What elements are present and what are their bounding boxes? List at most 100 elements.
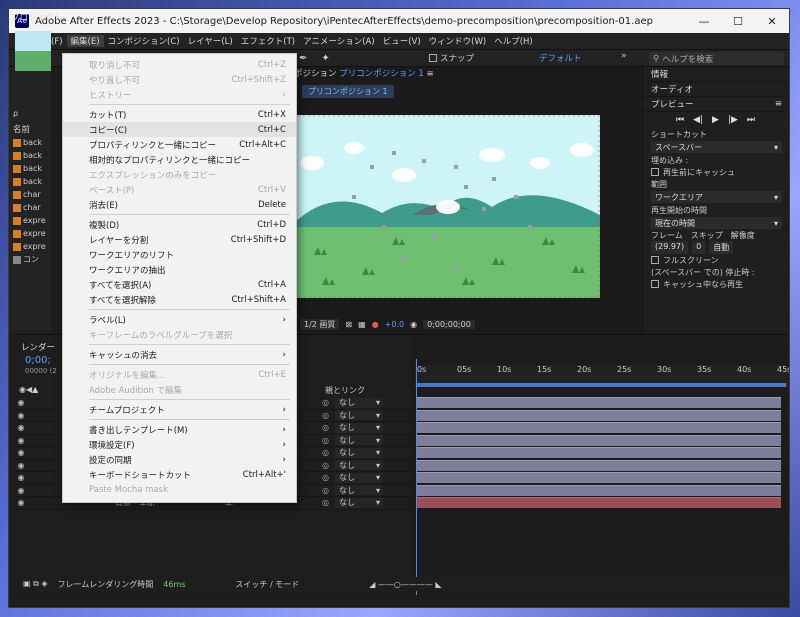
audio-panel-tab[interactable]: オーディオ — [643, 82, 788, 97]
cache-during-play[interactable]: キャッシュ中なら再生 — [643, 278, 788, 290]
parent-dropdown[interactable]: なし ▾ — [335, 497, 383, 508]
composition-tab-link[interactable]: プリコンポジション 1 — [339, 69, 424, 79]
zoom-slider[interactable]: ◢ ——○———— ◣ — [369, 580, 441, 589]
workspace-more[interactable]: » — [621, 51, 627, 61]
parent-dropdown[interactable]: なし ▾ — [335, 410, 383, 421]
workspace-default[interactable]: デフォルト — [539, 52, 582, 64]
pickwhip-icon[interactable]: ◎ — [322, 461, 329, 470]
parent-dropdown[interactable]: なし ▾ — [335, 397, 383, 408]
parent-dropdown[interactable]: なし ▾ — [335, 460, 383, 471]
fullscreen-option[interactable]: フルスクリーン — [643, 254, 788, 266]
menu-composition[interactable]: コンポジション(C) — [104, 35, 184, 47]
resolution-dropdown[interactable]: 1/2 画質 — [300, 318, 340, 330]
composition-canvas[interactable] — [292, 115, 600, 298]
menu-window[interactable]: ウィンドウ(W) — [425, 35, 491, 47]
list-item[interactable]: char — [13, 188, 46, 201]
play-icon[interactable]: ▶ — [712, 115, 719, 125]
list-item[interactable]: expre — [13, 214, 46, 227]
viewer-timecode[interactable]: 0;00;00;00 — [423, 319, 475, 329]
menu-item[interactable]: すべてを選択解除 Ctrl+Shift+A — [63, 292, 296, 307]
menu-item[interactable]: カット(T) Ctrl+X — [63, 107, 296, 122]
menu-item[interactable]: 書き出しテンプレート(M) › — [63, 422, 296, 437]
preview-menu-icon[interactable]: ≡ — [775, 99, 782, 109]
menu-help[interactable]: ヘルプ(H) — [490, 35, 537, 47]
eye-icon[interactable]: ◉ — [15, 448, 27, 457]
snap-toggle[interactable]: スナップ — [429, 52, 474, 64]
list-item[interactable]: back — [13, 149, 46, 162]
pickwhip-icon[interactable]: ◎ — [322, 486, 329, 495]
status-icons[interactable]: ▣ ⧉ ◈ — [23, 579, 48, 589]
next-frame-icon[interactable]: |▶ — [728, 115, 738, 125]
menu-item[interactable]: レイヤーを分割 Ctrl+Shift+D — [63, 232, 296, 247]
transparency-grid-icon[interactable]: ▦ — [358, 320, 366, 329]
parent-dropdown[interactable]: なし ▾ — [335, 485, 383, 496]
menu-item[interactable]: コピー(C) Ctrl+C — [63, 122, 296, 137]
cache-before-play[interactable]: 再生前にキャッシュ — [643, 166, 788, 178]
comp-breadcrumb[interactable]: プリコンポジション 1 — [302, 85, 394, 98]
snap-checkbox[interactable] — [429, 54, 437, 62]
menu-item[interactable]: 複製(D) Ctrl+D — [63, 217, 296, 232]
playhead[interactable] — [416, 359, 417, 595]
cache-during-checkbox[interactable] — [651, 280, 659, 288]
menu-edit[interactable]: 編集(E) — [66, 35, 104, 47]
switch-mode-toggle[interactable]: スイッチ / モード — [235, 579, 299, 590]
pickwhip-icon[interactable]: ◎ — [322, 498, 329, 507]
pickwhip-icon[interactable]: ◎ — [322, 473, 329, 482]
list-item[interactable]: expre — [13, 227, 46, 240]
first-frame-icon[interactable]: ⏮ — [676, 115, 684, 125]
time-ruler[interactable]: 0s 05s 10s 15s 20s 25s 30s 35s 40s 45s — [415, 365, 789, 383]
menu-item[interactable]: プロパティリンクと一緒にコピー Ctrl+Alt+C — [63, 137, 296, 152]
parent-dropdown[interactable]: なし ▾ — [335, 472, 383, 483]
menu-layer[interactable]: レイヤー(L) — [184, 35, 237, 47]
resolution-dropdown[interactable]: 自動 — [709, 241, 734, 254]
pen-tool-icon[interactable]: ✒ — [299, 53, 307, 64]
parent-dropdown[interactable]: なし ▾ — [335, 447, 383, 458]
menu-view[interactable]: ビュー(V) — [379, 35, 425, 47]
minimize-button[interactable]: — — [687, 9, 721, 33]
parent-dropdown[interactable]: なし ▾ — [335, 422, 383, 433]
layer-track-bar[interactable] — [417, 484, 781, 496]
layer-track-bar[interactable] — [417, 459, 781, 471]
pickwhip-icon[interactable]: ◎ — [322, 448, 329, 457]
menu-item[interactable]: すべてを選択(A) Ctrl+A — [63, 277, 296, 292]
list-item[interactable]: char — [13, 201, 46, 214]
timeline-timecode[interactable]: 0;00; — [25, 355, 51, 366]
eye-icon[interactable]: ◉ — [15, 461, 27, 470]
eye-icon[interactable]: ◉ — [15, 398, 27, 407]
eye-icon[interactable]: ◉ — [15, 486, 27, 495]
menu-item[interactable]: 消去(E) Delete — [63, 197, 296, 212]
layer-track-bar[interactable] — [417, 434, 781, 446]
list-item[interactable]: back — [13, 136, 46, 149]
shortcut-dropdown[interactable]: スペースバー ▾ — [651, 141, 782, 153]
region-icon[interactable]: ⊠ — [345, 320, 352, 329]
menu-item[interactable]: ワークエリアのリフト — [63, 247, 296, 262]
range-dropdown[interactable]: ワークエリア ▾ — [651, 191, 782, 203]
eye-icon[interactable]: ◉ — [15, 473, 27, 482]
layer-track-bar[interactable] — [417, 497, 781, 508]
menu-item[interactable]: キャッシュの消去 › — [63, 347, 296, 362]
list-item[interactable]: expre — [13, 240, 46, 253]
layer-track-bar[interactable] — [417, 472, 781, 483]
cache-before-checkbox[interactable] — [651, 168, 659, 176]
eye-icon[interactable]: ◉ — [15, 498, 27, 507]
maximize-button[interactable]: ☐ — [721, 9, 755, 33]
menu-effect[interactable]: エフェクト(T) — [237, 35, 299, 47]
menu-animation[interactable]: アニメーション(A) — [299, 35, 379, 47]
work-area[interactable] — [415, 383, 788, 387]
info-panel-tab[interactable]: 情報 — [643, 67, 788, 82]
layer-track-bar[interactable] — [417, 409, 781, 421]
eye-icon[interactable]: ◉ — [15, 436, 27, 445]
menu-item[interactable]: キーボードショートカット Ctrl+Alt+' — [63, 467, 296, 482]
composition-tab-menu[interactable]: ≡ — [427, 69, 434, 79]
eye-icon[interactable]: ◉ — [15, 411, 27, 420]
work-area-bar[interactable] — [417, 383, 786, 387]
list-item[interactable]: back — [13, 162, 46, 175]
snapshot-icon[interactable]: ◉ — [410, 320, 417, 329]
menu-item[interactable]: 環境設定(F) › — [63, 437, 296, 452]
menu-item[interactable]: ラベル(L) › — [63, 312, 296, 327]
close-button[interactable]: ✕ — [755, 9, 789, 33]
puppet-tool-icon[interactable]: ✦ — [321, 53, 329, 64]
color-icon[interactable]: ● — [372, 320, 379, 329]
skip-dropdown[interactable]: 0 — [692, 241, 706, 254]
menu-item[interactable]: ワークエリアの抽出 — [63, 262, 296, 277]
